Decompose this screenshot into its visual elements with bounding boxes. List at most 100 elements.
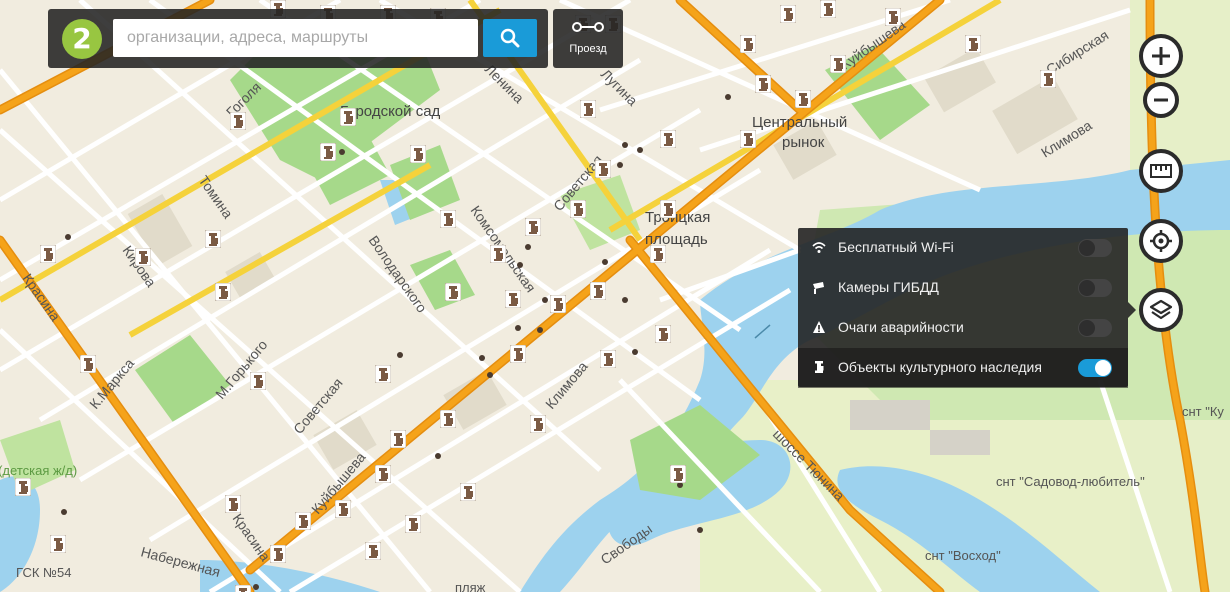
label-detskaya-zhd: Парк (детская ж/д) xyxy=(0,463,77,478)
heritage-marker-icon[interactable] xyxy=(445,283,461,301)
heritage-marker-icon[interactable] xyxy=(335,500,351,518)
heritage-marker-icon[interactable] xyxy=(1040,70,1056,88)
heritage-marker-icon[interactable] xyxy=(660,200,676,218)
layer-row-wifi[interactable]: Бесплатный Wi-Fi xyxy=(798,228,1128,268)
heritage-marker-icon[interactable] xyxy=(440,210,456,228)
poi-dot xyxy=(542,297,548,303)
poi-dot xyxy=(479,355,485,361)
heritage-marker-icon[interactable] xyxy=(820,0,836,18)
wifi-icon xyxy=(812,242,826,253)
heritage-marker-icon[interactable] xyxy=(650,245,666,263)
heritage-marker-icon[interactable] xyxy=(460,483,476,501)
poi-dot xyxy=(435,453,441,459)
heritage-marker-icon[interactable] xyxy=(375,365,391,383)
poi-dot xyxy=(602,259,608,265)
logo[interactable]: 2 xyxy=(62,19,102,59)
monument-icon xyxy=(815,361,824,373)
layer-row-cameras[interactable]: Камеры ГИБДД xyxy=(798,268,1128,308)
heritage-marker-icon[interactable] xyxy=(510,345,526,363)
search-icon xyxy=(500,28,520,48)
heritage-marker-icon[interactable] xyxy=(885,8,901,26)
layers-button[interactable] xyxy=(1139,288,1183,332)
heritage-marker-icon[interactable] xyxy=(795,90,811,108)
heritage-marker-icon[interactable] xyxy=(375,465,391,483)
minus-icon xyxy=(1154,98,1168,102)
search-input[interactable] xyxy=(113,19,478,57)
heritage-marker-icon[interactable] xyxy=(670,465,686,483)
poi-dot xyxy=(515,325,521,331)
poi-dot xyxy=(725,94,731,100)
heritage-marker-icon[interactable] xyxy=(390,430,406,448)
heritage-marker-icon[interactable] xyxy=(250,372,266,390)
label-troitskaya-1: Троицкая xyxy=(645,209,710,226)
layer-label-cameras: Камеры ГИБДД xyxy=(838,279,939,295)
heritage-marker-icon[interactable] xyxy=(590,282,606,300)
toggle-accidents[interactable] xyxy=(1078,319,1112,337)
heritage-marker-icon[interactable] xyxy=(600,350,616,368)
heritage-marker-icon[interactable] xyxy=(740,130,756,148)
poi-dot xyxy=(487,372,493,378)
heritage-marker-icon[interactable] xyxy=(235,585,251,592)
ruler-button[interactable] xyxy=(1139,149,1183,193)
heritage-marker-icon[interactable] xyxy=(15,478,31,496)
poi-dot xyxy=(253,584,259,590)
poi-dot xyxy=(697,527,703,533)
search-button[interactable] xyxy=(483,19,537,57)
heritage-marker-icon[interactable] xyxy=(225,495,241,513)
heritage-marker-icon[interactable] xyxy=(780,5,796,23)
heritage-marker-icon[interactable] xyxy=(525,218,541,236)
heritage-marker-icon[interactable] xyxy=(215,283,231,301)
poi-dot xyxy=(637,147,643,153)
heritage-marker-icon[interactable] xyxy=(580,100,596,118)
heritage-marker-icon[interactable] xyxy=(655,325,671,343)
heritage-marker-icon[interactable] xyxy=(50,535,66,553)
toggle-wifi[interactable] xyxy=(1078,239,1112,257)
layer-row-heritage[interactable]: Объекты культурного наследия xyxy=(798,348,1128,388)
poi-dot xyxy=(525,244,531,250)
poi-dot xyxy=(622,297,628,303)
camera-icon xyxy=(813,282,824,294)
heritage-marker-icon[interactable] xyxy=(570,200,586,218)
layer-row-accidents[interactable]: Очаги аварийности xyxy=(798,308,1128,348)
heritage-marker-icon[interactable] xyxy=(270,545,286,563)
geolocation-button[interactable] xyxy=(1139,219,1183,263)
heritage-marker-icon[interactable] xyxy=(830,55,846,73)
heritage-marker-icon[interactable] xyxy=(440,410,456,428)
route-button[interactable]: Проезд xyxy=(553,9,623,68)
heritage-marker-icon[interactable] xyxy=(205,230,221,248)
heritage-marker-icon[interactable] xyxy=(365,542,381,560)
toggle-cameras[interactable] xyxy=(1078,279,1112,297)
layer-label-accidents: Очаги аварийности xyxy=(838,319,964,335)
heritage-marker-icon[interactable] xyxy=(660,130,676,148)
heritage-marker-icon[interactable] xyxy=(405,515,421,533)
logo-text: 2 xyxy=(72,22,92,55)
heritage-marker-icon[interactable] xyxy=(295,512,311,530)
search-panel: 2 xyxy=(48,9,548,68)
heritage-marker-icon[interactable] xyxy=(230,112,246,130)
heritage-marker-icon[interactable] xyxy=(135,248,151,266)
poi-dot xyxy=(61,509,67,515)
heritage-marker-icon[interactable] xyxy=(490,245,506,263)
heritage-marker-icon[interactable] xyxy=(965,35,981,53)
zoom-out-button[interactable] xyxy=(1143,82,1179,118)
heritage-marker-icon[interactable] xyxy=(740,35,756,53)
heritage-marker-icon[interactable] xyxy=(505,290,521,308)
toggle-heritage[interactable] xyxy=(1078,359,1112,377)
poi-dot xyxy=(537,327,543,333)
target-icon xyxy=(1150,230,1172,252)
label-gsk: ГСК №54 xyxy=(16,565,71,580)
heritage-marker-icon[interactable] xyxy=(410,145,426,163)
heritage-marker-icon[interactable] xyxy=(340,108,356,126)
heritage-marker-icon[interactable] xyxy=(320,143,336,161)
heritage-marker-icon[interactable] xyxy=(530,415,546,433)
layers-panel: Бесплатный Wi-Fi Камеры ГИБДД Очаги авар… xyxy=(798,228,1136,388)
heritage-marker-icon[interactable] xyxy=(595,160,611,178)
heritage-marker-icon[interactable] xyxy=(80,355,96,373)
ruler-icon xyxy=(1150,164,1172,178)
label-plyazh: пляж xyxy=(455,580,486,592)
zoom-in-button[interactable] xyxy=(1139,34,1183,78)
heritage-marker-icon[interactable] xyxy=(755,75,771,93)
toggle-knob xyxy=(1095,360,1111,376)
heritage-marker-icon[interactable] xyxy=(550,295,566,313)
heritage-marker-icon[interactable] xyxy=(40,245,56,263)
